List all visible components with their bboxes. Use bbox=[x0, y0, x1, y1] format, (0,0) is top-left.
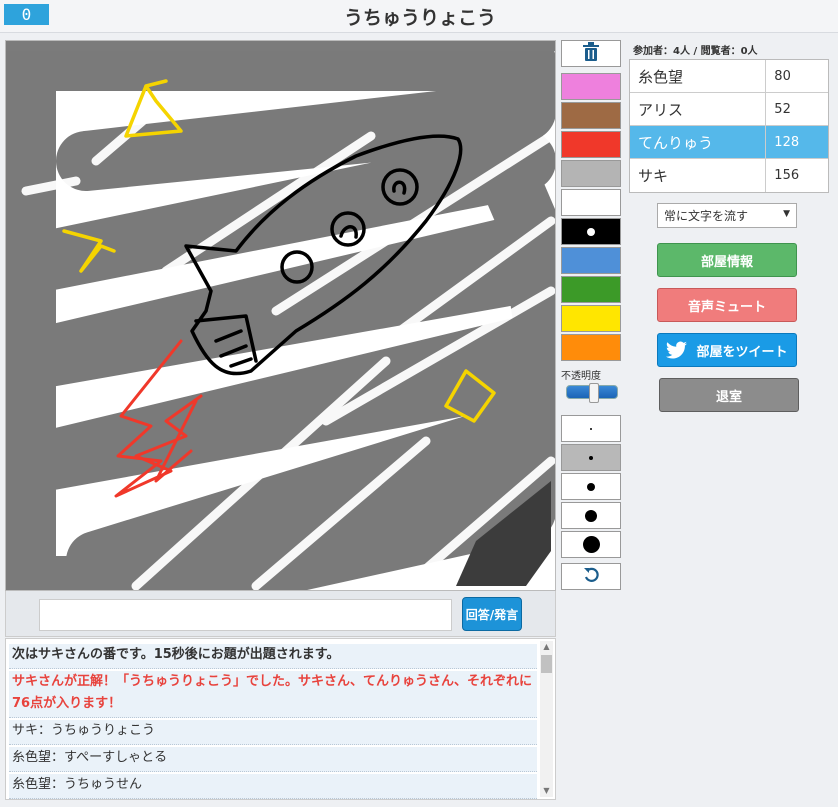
brush-dot-icon bbox=[590, 427, 592, 430]
brush-dot-icon bbox=[585, 509, 597, 522]
brush-dot-icon bbox=[589, 455, 593, 460]
player-score: 128 bbox=[774, 134, 800, 150]
player-score: 156 bbox=[774, 168, 800, 183]
bird-icon bbox=[666, 341, 688, 359]
tweet-button-label: 部屋をツイート bbox=[696, 344, 788, 360]
chat-message: 糸色望：うちゅうせん bbox=[9, 774, 537, 799]
player-name: てんりゅう bbox=[630, 126, 767, 158]
score-row: アリス 52 bbox=[630, 93, 828, 126]
color-swatch[interactable] bbox=[561, 334, 621, 361]
chat-message: 糸色望：すぺーすしゃとる bbox=[9, 747, 537, 772]
chevron-down-icon: ▼ bbox=[783, 209, 790, 219]
color-swatch[interactable] bbox=[561, 247, 621, 274]
color-swatch[interactable] bbox=[561, 102, 621, 129]
color-swatch[interactable] bbox=[561, 305, 621, 332]
player-score: 80 bbox=[774, 68, 791, 84]
chat-scrollbar[interactable]: ▲ ▼ bbox=[540, 641, 553, 797]
text-scroll-select-value: 常に文字を流す bbox=[664, 209, 749, 223]
undo-button[interactable] bbox=[561, 563, 621, 590]
drawing-canvas[interactable] bbox=[5, 40, 556, 591]
opacity-thumb[interactable] bbox=[589, 383, 599, 403]
score-row: てんりゅう 128 bbox=[630, 126, 828, 159]
color-swatch[interactable] bbox=[561, 160, 621, 187]
answer-button[interactable]: 回答/発言 bbox=[462, 597, 522, 631]
player-name: 糸色望 bbox=[630, 60, 767, 92]
drawing bbox=[6, 41, 555, 590]
chat-message: サキ：うちゅうりょこう bbox=[9, 720, 537, 745]
leave-button[interactable]: 退室 bbox=[659, 378, 799, 412]
room-info-button[interactable]: 部屋情報 bbox=[657, 243, 797, 277]
trash-icon bbox=[582, 41, 600, 66]
scroll-thumb[interactable] bbox=[541, 655, 552, 673]
brush-size-button[interactable] bbox=[561, 531, 621, 558]
brush-size-button[interactable] bbox=[561, 444, 621, 471]
answer-bar: 回答/発言 bbox=[5, 591, 556, 637]
color-swatch[interactable] bbox=[561, 276, 621, 303]
chat-message: サキさんが正解！「うちゅうりょこう」でした。サキさん、てんりゅうさん、それぞれに… bbox=[9, 671, 537, 718]
player-name: アリス bbox=[630, 93, 767, 125]
player-score: 52 bbox=[774, 101, 791, 117]
answer-input[interactable] bbox=[39, 599, 452, 631]
color-swatch[interactable] bbox=[561, 189, 621, 216]
clear-canvas-button[interactable] bbox=[561, 40, 621, 67]
selected-dot-icon bbox=[587, 228, 595, 236]
opacity-label: 不透明度 bbox=[561, 371, 601, 382]
participant-counts: 参加者：4人 / 閲覧者：0人 bbox=[633, 46, 758, 57]
text-scroll-select[interactable]: 常に文字を流す ▼ bbox=[657, 203, 797, 228]
player-name: サキ bbox=[630, 159, 767, 192]
score-row: 糸色望 80 bbox=[630, 60, 828, 93]
chat-log: 次はサキさんの番です。15秒後にお題が出題されます。 サキさんが正解！「うちゅうり… bbox=[5, 638, 556, 800]
chat-message: 次はサキさんの番です。15秒後にお題が出題されます。 bbox=[9, 644, 537, 669]
header-bar: 0 うちゅうりょこう bbox=[0, 0, 838, 33]
scoreboard: 糸色望 80 アリス 52 てんりゅう 128 サキ 156 bbox=[629, 59, 829, 193]
page-title: うちゅうりょこう bbox=[343, 7, 496, 29]
score-row: サキ 156 bbox=[630, 159, 828, 192]
color-swatch[interactable] bbox=[561, 218, 621, 245]
brush-dot-icon bbox=[582, 536, 600, 553]
timer: 0 bbox=[4, 4, 49, 25]
brush-size-button[interactable] bbox=[561, 502, 621, 529]
scroll-down-icon[interactable]: ▼ bbox=[540, 785, 553, 797]
color-swatch[interactable] bbox=[561, 73, 621, 100]
scroll-up-icon[interactable]: ▲ bbox=[540, 641, 553, 653]
color-swatch[interactable] bbox=[561, 131, 621, 158]
undo-icon bbox=[583, 567, 599, 587]
brush-size-button[interactable] bbox=[561, 473, 621, 500]
opacity-slider[interactable] bbox=[566, 383, 618, 403]
tweet-button[interactable]: 部屋をツイート bbox=[657, 333, 797, 367]
mute-button[interactable]: 音声ミュート bbox=[657, 288, 797, 322]
brush-size-button[interactable] bbox=[561, 415, 621, 442]
brush-dot-icon bbox=[587, 482, 595, 491]
